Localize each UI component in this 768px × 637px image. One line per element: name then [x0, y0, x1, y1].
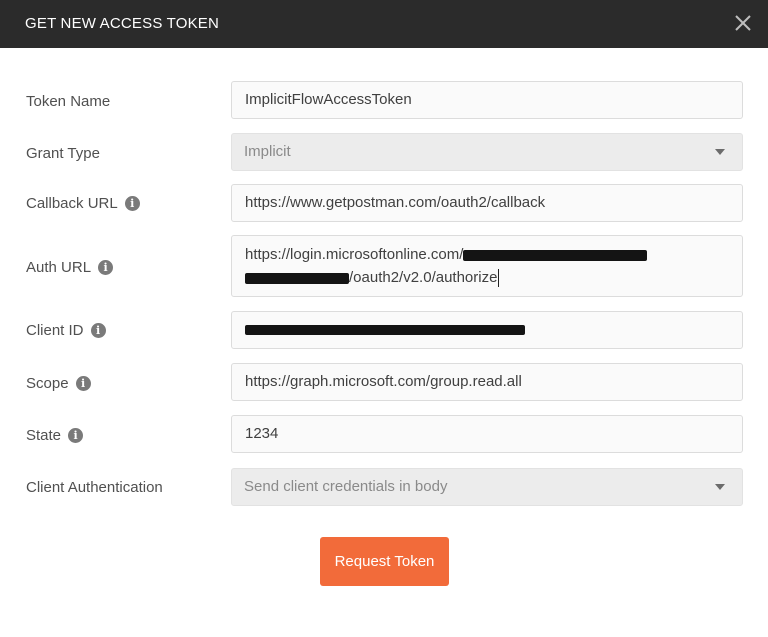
client-authentication-select[interactable]: Send client credentials in body: [231, 468, 743, 506]
grant-type-label: Grant Type: [26, 144, 100, 162]
info-icon[interactable]: i: [90, 322, 106, 338]
grant-type-select[interactable]: Implicit: [231, 133, 743, 171]
scope-input[interactable]: https://graph.microsoft.com/group.read.a…: [231, 363, 743, 401]
dialog-header: GET NEW ACCESS TOKEN: [0, 0, 768, 48]
state-label: State i: [26, 425, 84, 445]
callback-url-input[interactable]: https://www.getpostman.com/oauth2/callba…: [231, 184, 743, 222]
auth-url-input[interactable]: https://login.microsoftonline.com/ /oaut…: [231, 235, 743, 297]
redacted-text: [245, 325, 525, 336]
redacted-text: [463, 249, 648, 261]
chevron-down-icon: [715, 149, 725, 155]
info-icon[interactable]: i: [124, 195, 140, 211]
client-id-input[interactable]: [231, 311, 743, 349]
chevron-down-icon: [715, 484, 725, 490]
state-input[interactable]: 1234: [231, 415, 743, 453]
access-token-dialog: GET NEW ACCESS TOKEN Token Name Implicit…: [0, 0, 768, 637]
dialog-title: GET NEW ACCESS TOKEN: [25, 15, 220, 32]
auth-url-label: Auth URL i: [26, 257, 114, 277]
redacted-text: [245, 272, 349, 284]
scope-label: Scope i: [26, 373, 91, 393]
client-authentication-label: Client Authentication: [26, 478, 163, 496]
client-id-label: Client ID i: [26, 320, 106, 340]
info-icon[interactable]: i: [68, 427, 84, 443]
callback-url-label: Callback URL i: [26, 193, 140, 213]
token-name-label: Token Name: [26, 92, 111, 110]
request-token-button[interactable]: Request Token: [320, 537, 449, 586]
text-cursor: [498, 269, 500, 288]
token-name-input[interactable]: ImplicitFlowAccessToken: [231, 81, 743, 119]
close-icon[interactable]: [732, 12, 754, 34]
info-icon[interactable]: i: [98, 259, 114, 275]
info-icon[interactable]: i: [75, 375, 91, 391]
